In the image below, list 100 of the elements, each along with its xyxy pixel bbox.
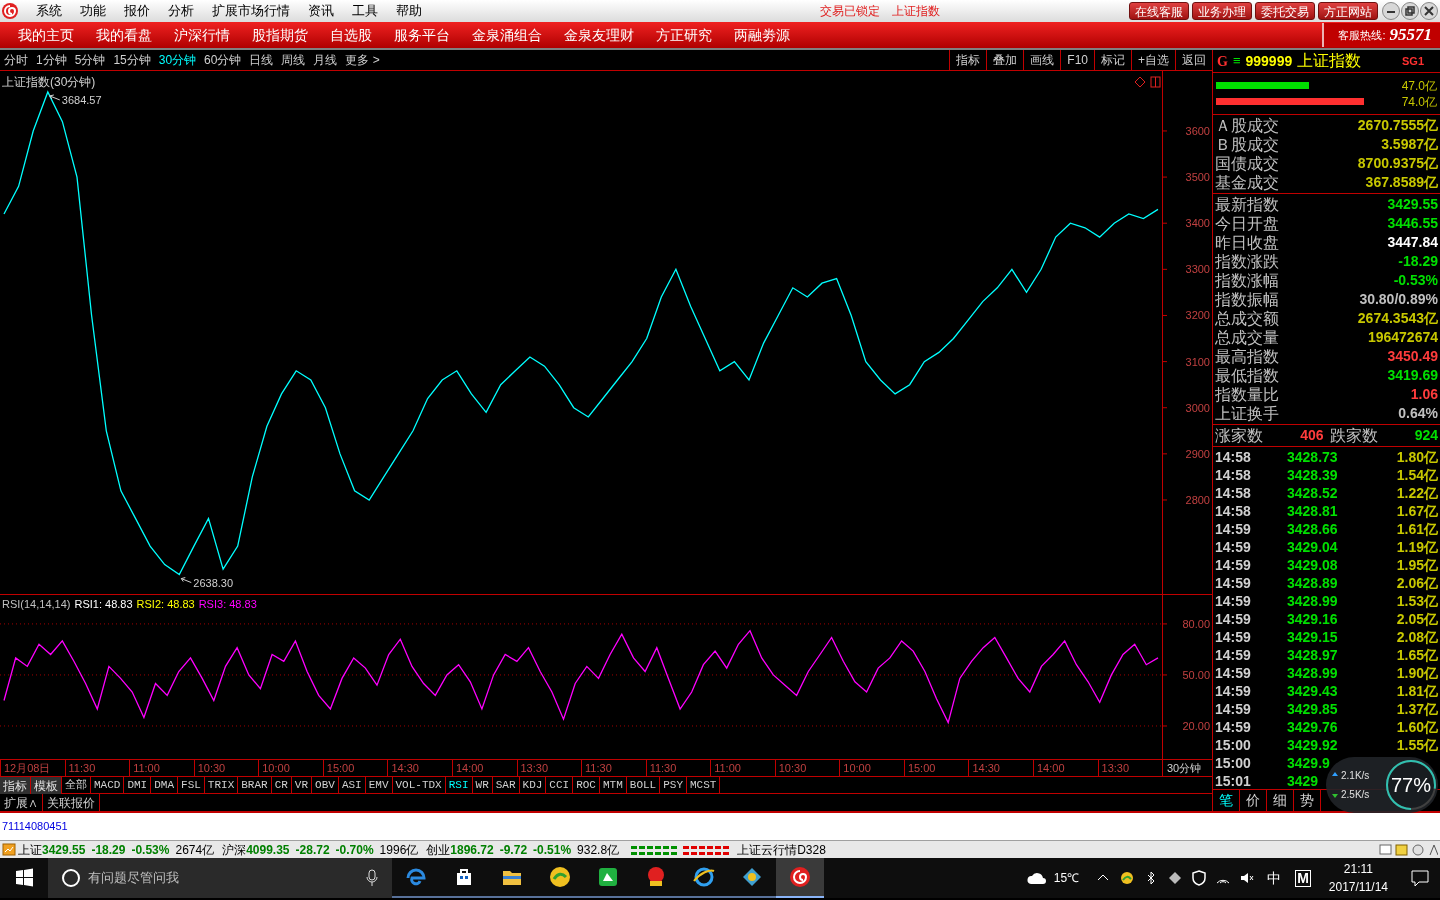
header-button[interactable]: 在线客服 — [1129, 2, 1189, 20]
indicator-tab[interactable]: VOL-TDX — [392, 776, 446, 794]
indicator-tab[interactable]: MCST — [687, 776, 721, 794]
axis-tick-label: 3500 — [1185, 171, 1210, 184]
period-tab[interactable]: 分时 — [0, 51, 32, 69]
nav-item[interactable]: 两融劵源 — [724, 24, 800, 46]
axis-tick-label: 80.00 — [1182, 617, 1210, 630]
indicator-tab[interactable]: FSL — [178, 776, 205, 794]
indicator-tab[interactable]: RSI — [445, 776, 473, 794]
indicator-tab[interactable]: MACD — [91, 776, 125, 794]
header-button[interactable]: 业务办理 — [1192, 2, 1252, 20]
ime-indicator[interactable]: 中 — [1267, 867, 1282, 889]
toolbar-button[interactable]: 返回 — [1175, 49, 1212, 71]
legend-label: RSI2: 48.83 — [136, 597, 195, 612]
stat-label: 上证换手 — [1215, 404, 1279, 423]
indicator-tab[interactable]: MTM — [600, 776, 627, 794]
nav-item[interactable]: 方正研究 — [646, 24, 722, 46]
indicator-tab[interactable]: CR — [271, 776, 292, 794]
menu-item[interactable]: 功能 — [71, 1, 115, 21]
turnover-value: 2670.7555亿 — [1357, 116, 1438, 135]
period-tab[interactable]: 月线 — [309, 51, 342, 69]
indicator-tab[interactable]: DMI — [124, 776, 152, 794]
nav-item[interactable]: 我的主页 — [8, 24, 84, 46]
nav-item[interactable]: 自选股 — [320, 24, 382, 46]
indicator-tab[interactable]: OBV — [312, 776, 339, 794]
volume-value: 74.0亿 — [1401, 94, 1437, 109]
ime-mode[interactable]: M — [1295, 869, 1311, 887]
menu-item[interactable]: 资讯 — [299, 1, 343, 21]
minimize-icon[interactable] — [1382, 2, 1400, 20]
menu-glyph[interactable]: ≡ — [1232, 51, 1241, 71]
app-icon[interactable] — [1119, 870, 1136, 886]
indicator-tab[interactable]: KDJ — [519, 776, 547, 794]
index-percent: -0.70% — [335, 841, 374, 859]
more-link[interactable]: 更多 > — [341, 51, 384, 69]
indicator-tab[interactable]: WR — [472, 776, 493, 794]
period-tab[interactable]: 15分钟 — [109, 51, 155, 69]
toolbar-button[interactable]: 画线 — [1023, 49, 1061, 71]
app-icon[interactable] — [596, 865, 620, 889]
menu-item[interactable]: 工具 — [343, 1, 387, 21]
nav-item[interactable]: 股指期货 — [242, 24, 318, 46]
period-tab[interactable]: 60分钟 — [200, 51, 246, 69]
search-field[interactable]: 有问题尽管问我 — [48, 858, 392, 898]
indicator-tab[interactable]: SAR — [492, 776, 520, 794]
diamond-icon[interactable] — [1167, 870, 1184, 886]
indicator-tab[interactable]: EMV — [365, 776, 393, 794]
speaker-icon[interactable] — [1239, 870, 1256, 886]
clock-date[interactable]: 2017/11/14 — [1328, 878, 1388, 896]
menu-item[interactable]: 帮助 — [387, 1, 431, 21]
indicator-tab[interactable]: BRAR — [238, 776, 272, 794]
indicator-tab[interactable]: DMA — [151, 776, 179, 794]
browser-icon[interactable] — [692, 865, 716, 889]
period-tab[interactable]: 日线 — [245, 51, 278, 69]
index-name: 创业 — [426, 841, 451, 859]
indicator-tab[interactable]: TRIX — [204, 776, 239, 794]
close-icon[interactable] — [1420, 2, 1438, 20]
indicator-tab[interactable]: 全部 — [62, 776, 91, 794]
nav-item[interactable]: 我的看盘 — [86, 24, 162, 46]
tick-time: 14:59 — [1215, 519, 1252, 539]
menu-item[interactable]: 系统 — [27, 1, 71, 21]
app-icon[interactable] — [548, 865, 572, 889]
indicator-tab[interactable]: PSY — [660, 776, 687, 794]
indicator-tab[interactable]: VR — [291, 776, 313, 794]
period-tab[interactable]: 周线 — [277, 51, 310, 69]
shield-icon[interactable] — [1191, 870, 1208, 886]
stat-value: -0.53% — [1393, 271, 1438, 290]
toolbar-button[interactable]: 叠加 — [986, 49, 1024, 71]
clock-time[interactable]: 21:11 — [1343, 860, 1373, 878]
period-tab[interactable]: 1分钟 — [32, 51, 71, 69]
indicator-tab[interactable]: ROC — [573, 776, 600, 794]
indicator-tab[interactable]: CCI — [546, 776, 574, 794]
upload-speed: 2.1K/s — [1341, 769, 1370, 783]
header-button[interactable]: 方正网站 — [1318, 2, 1378, 20]
stat-label: 总成交额 — [1215, 309, 1279, 328]
axis-tick-label: 2900 — [1185, 447, 1210, 460]
stat-label: 指数量比 — [1215, 385, 1279, 404]
menu-item[interactable]: 报价 — [115, 1, 159, 21]
nav-item[interactable]: 金泉涌组合 — [462, 24, 552, 46]
header-button[interactable]: 委托交易 — [1255, 2, 1315, 20]
app-logo-icon[interactable] — [788, 865, 812, 889]
menu-item[interactable]: 扩展市场行情 — [203, 1, 299, 21]
restore-icon[interactable] — [1401, 2, 1419, 20]
tick-volume: 1.22亿 — [1396, 483, 1438, 503]
period-tab[interactable]: 30分钟 — [154, 51, 201, 69]
period-tab[interactable]: 5分钟 — [70, 51, 110, 69]
menu-item[interactable]: 分析 — [159, 1, 203, 21]
nav-item[interactable]: 服务平台 — [384, 24, 460, 46]
notification-icon[interactable] — [1410, 869, 1430, 887]
group-marker: G — [1217, 52, 1228, 71]
toolbar-button[interactable]: 标记 — [1094, 49, 1131, 71]
toolbar-button[interactable]: +自选 — [1131, 49, 1175, 71]
indicator-tab[interactable]: BOLL — [626, 776, 661, 794]
toolbar-button[interactable]: F10 — [1060, 49, 1094, 71]
toolbar-button[interactable]: 指标 — [949, 49, 987, 71]
time-label: 15:00 — [322, 760, 388, 776]
nav-item[interactable]: 金泉友理财 — [554, 24, 644, 46]
indicator-tab[interactable]: ASI — [338, 776, 366, 794]
turnover-label: Ｂ股成交 — [1215, 135, 1279, 154]
time-label: 10:30 — [774, 760, 840, 776]
nav-item[interactable]: 沪深行情 — [164, 24, 240, 46]
time-label: 10:00 — [258, 760, 323, 776]
